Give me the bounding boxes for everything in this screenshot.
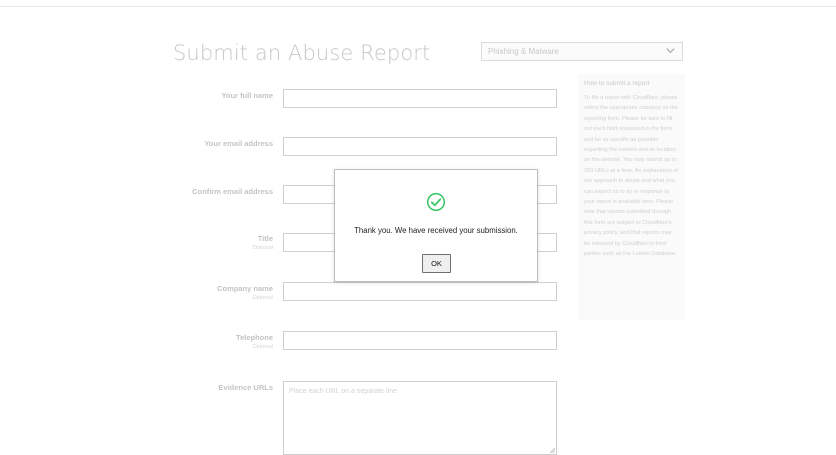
title-optional-hint: Optional <box>252 245 274 251</box>
evidence-urls-label: Evidence URLs <box>173 383 273 393</box>
success-check-icon <box>426 192 446 212</box>
resize-handle-icon[interactable] <box>549 447 555 453</box>
company-input[interactable] <box>283 282 557 301</box>
page-title: Submit an Abuse Report <box>173 41 431 65</box>
category-select[interactable]: Phishing & Malware <box>481 42 683 61</box>
submission-help-panel: How to submit a report To file a report … <box>578 74 685 320</box>
help-panel-text: To file a report with Cloudflare, please… <box>584 95 678 258</box>
full-name-label-text: Your full name <box>221 91 273 100</box>
telephone-optional-hint: Optional <box>252 344 274 350</box>
company-label: Company name Optional <box>173 284 273 302</box>
ok-button[interactable]: OK <box>422 254 451 273</box>
telephone-label-text: Telephone <box>236 333 273 342</box>
top-divider <box>0 6 836 7</box>
evidence-urls-textarea[interactable]: Place each URL on a separate line <box>283 381 557 455</box>
confirm-email-label-text: Confirm email address <box>192 187 273 196</box>
chevron-down-icon <box>666 48 675 54</box>
full-name-input[interactable] <box>283 89 557 108</box>
full-name-label: Your full name <box>173 91 273 101</box>
title-label-text: Title <box>257 234 273 243</box>
submission-confirmation-dialog: Thank you. We have received your submiss… <box>334 169 538 282</box>
email-input[interactable] <box>283 137 557 156</box>
title-label: Title Optional <box>173 234 274 252</box>
confirm-email-label: Confirm email address <box>173 187 273 197</box>
evidence-urls-label-text: Evidence URLs <box>218 383 273 392</box>
dialog-message: Thank you. We have received your submiss… <box>354 226 518 235</box>
email-label-text: Your email address <box>204 139 273 148</box>
telephone-label: Telephone Optional <box>173 333 273 351</box>
help-panel-title: How to submit a report <box>584 80 650 87</box>
company-label-text: Company name <box>217 284 273 293</box>
telephone-input[interactable] <box>283 331 557 350</box>
category-select-value: Phishing & Malware <box>488 47 559 56</box>
evidence-urls-placeholder: Place each URL on a separate line <box>289 388 397 395</box>
company-optional-hint: Optional <box>252 295 274 301</box>
email-label: Your email address <box>173 139 273 149</box>
